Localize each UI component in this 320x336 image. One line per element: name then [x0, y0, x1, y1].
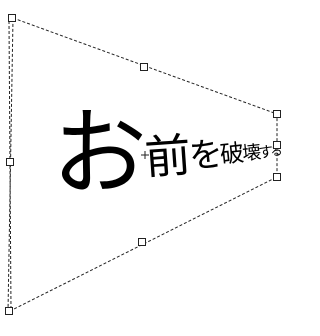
- glyph-1: お: [52, 99, 147, 209]
- handle-top-right[interactable]: [273, 110, 281, 118]
- handle-top-middle[interactable]: [140, 63, 148, 71]
- handle-bottom-right[interactable]: [273, 173, 281, 181]
- handle-top-left[interactable]: [8, 14, 16, 22]
- handle-right-middle[interactable]: [273, 141, 281, 149]
- handle-bottom-middle[interactable]: [138, 238, 146, 246]
- canvas[interactable]: お 前 を 破 壊 す る: [0, 0, 293, 336]
- text-layer[interactable]: お 前 を 破 壊 す る: [52, 99, 283, 209]
- handle-left-middle[interactable]: [6, 158, 14, 166]
- handle-bottom-left[interactable]: [5, 307, 13, 315]
- glyph-2: 前: [143, 128, 193, 185]
